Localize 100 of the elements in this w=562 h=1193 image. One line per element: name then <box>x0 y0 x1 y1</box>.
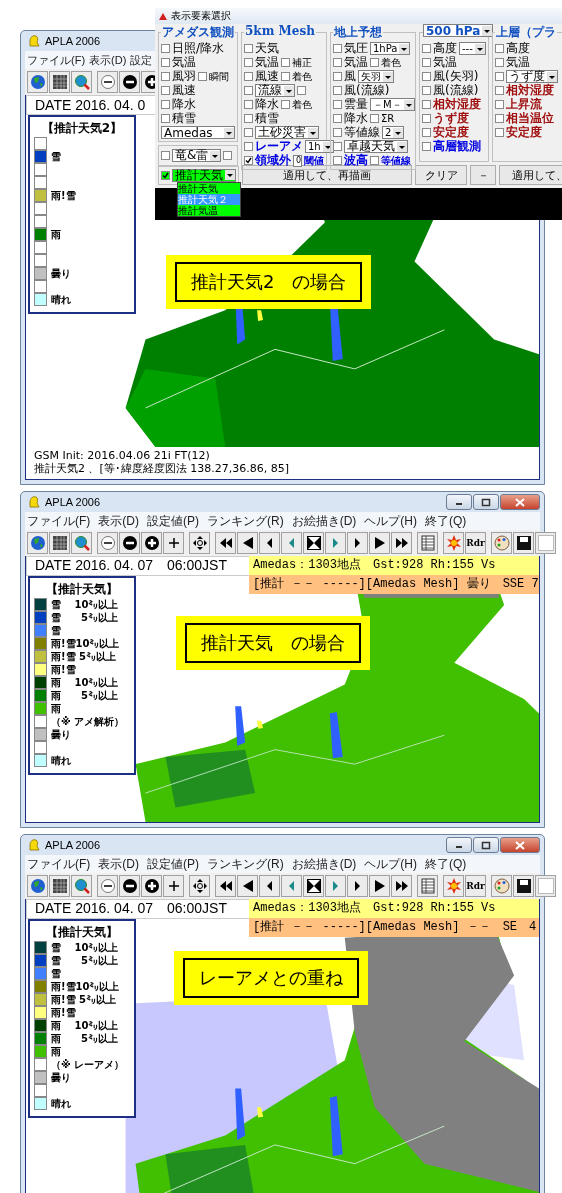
dropdown-option[interactable]: 推計天気 <box>178 183 240 194</box>
legend-label: （※ アメ解析） <box>51 714 125 729</box>
dropdown[interactable]: うず度 <box>506 70 558 83</box>
dropdown[interactable]: 卓越天気 <box>344 140 408 153</box>
option-label: ΣR <box>381 113 395 124</box>
dropdown[interactable]: --- <box>459 42 486 55</box>
legend-label: 雨!雪 <box>51 662 76 677</box>
dropdown[interactable]: 500 hPa <box>423 24 494 37</box>
option-label: 風(流線) <box>344 82 390 98</box>
option-label: 風(矢羽) <box>433 68 479 84</box>
legend-label: 雪 5㍉以上 <box>51 610 118 625</box>
legend-label: 雨 10㍉以上 <box>51 675 119 690</box>
legend-label: 雪 <box>51 966 61 981</box>
option-label: 気圧 <box>344 40 368 56</box>
dropdown-option[interactable]: 推計気温 <box>178 205 240 216</box>
option-label: 風 <box>344 68 356 84</box>
option-label: 上昇流 <box>506 96 542 112</box>
dropdown[interactable]: －M－ <box>370 98 415 111</box>
legend-label: 雨!雪 <box>51 188 76 203</box>
dropdown[interactable]: 流線 <box>255 84 295 97</box>
option-label: 等値線 <box>344 124 380 140</box>
menu-item[interactable]: お絵描き(D) <box>291 512 357 530</box>
legend-label: 雨!雪10㍉以上 <box>51 636 120 651</box>
dialog-button[interactable]: － <box>470 165 496 185</box>
option-label: 相対湿度 <box>506 82 554 97</box>
option-label: 等値線 <box>381 153 411 168</box>
window-title: APLA 2006 <box>45 35 101 47</box>
option-label: うず度 <box>433 110 469 126</box>
menu-item[interactable]: 表示(D) <box>98 855 139 873</box>
dropdown[interactable]: 矢羽 <box>358 70 394 83</box>
date-label: DATE 2016. 04. 07 06:00JST <box>26 556 252 576</box>
option-label: 高度 <box>433 40 457 56</box>
option-label: 日照/降水 <box>172 40 225 56</box>
option-label: 雲量 <box>344 96 368 112</box>
dropdown[interactable]: 推計天気 <box>172 168 236 182</box>
menu-item[interactable]: 設定値(P) <box>147 855 199 873</box>
menu-item[interactable]: ファイル(F) <box>27 855 91 873</box>
status-text: GSM Init: 2016.04.06 21i FT(12) <box>34 449 211 462</box>
option-label: 降水 <box>255 96 279 112</box>
group-title: 5km Mesh <box>244 24 316 38</box>
legend-label: 曇り <box>51 727 71 742</box>
menu-item[interactable]: 設定 <box>130 52 153 68</box>
legend-label: 雪 10㍉以上 <box>51 597 119 612</box>
menu-item[interactable]: 終了(Q) <box>425 855 467 873</box>
legend-label: 雪 10㍉以上 <box>51 940 119 955</box>
window-title: APLA 2006 <box>45 839 101 851</box>
option-label: 風速 <box>255 68 279 84</box>
legend-title: 【推計天気2】 <box>40 120 124 137</box>
legend-label: 雪 5㍉以上 <box>51 953 118 968</box>
menu-item[interactable]: ヘルプ(H) <box>364 512 417 530</box>
option-label: 着色 <box>292 69 312 84</box>
dropdown[interactable]: 2 <box>382 126 405 139</box>
option-label: 降水 <box>344 110 368 126</box>
legend-label: 雨 <box>51 701 61 716</box>
dropdown[interactable]: 1hPa <box>370 42 411 55</box>
legend-label: 雨!雪10㍉以上 <box>51 979 120 994</box>
group-title: 上層（プラ <box>495 24 557 41</box>
option-label: 降水 <box>172 96 196 112</box>
dropdown[interactable]: 1h <box>305 140 334 153</box>
window-title: APLA 2006 <box>45 496 101 508</box>
option-label: 気温 <box>255 54 279 70</box>
dropdown[interactable]: 竜&雷 <box>172 149 222 162</box>
menu-item[interactable]: 終了(Q) <box>425 512 467 530</box>
menu-item[interactable]: 設定値(P) <box>147 512 199 530</box>
menu-item[interactable]: ファイル(F) <box>27 52 86 68</box>
legend-title: 【推計天気】 <box>45 581 119 598</box>
option-label: 瞬間 <box>209 69 229 84</box>
option-label: 風(流線) <box>433 82 479 97</box>
menu-item[interactable]: お絵描き(D) <box>291 855 357 873</box>
legend-label: 雨 5㍉以上 <box>51 688 118 703</box>
date-label: DATE 2016. 04. 07 06:00JST <box>26 899 252 919</box>
dialog-button[interactable]: クリア <box>415 165 467 185</box>
option-label: 高層観測 <box>433 138 481 155</box>
option-label: 補正 <box>292 55 312 70</box>
group-title: 地上予想 <box>333 24 383 41</box>
legend-label: 雨 5㍉以上 <box>51 1031 118 1046</box>
menu-item[interactable]: ヘルプ(H) <box>364 855 417 873</box>
option-label: 気温 <box>433 54 457 70</box>
legend-label: 雨 <box>51 1044 61 1059</box>
status-text: 推計天気2 、[等･緯度経度図法 138.27,36.86, 85] <box>34 462 291 475</box>
option-label: 高度 <box>506 40 530 56</box>
legend-label: 晴れ <box>51 292 71 307</box>
option-label: 気温 <box>344 54 368 70</box>
menu-item[interactable]: ファイル(F) <box>27 512 91 530</box>
option-label: 安定度 <box>506 124 542 141</box>
option-label: 安定度 <box>433 124 469 139</box>
menu-item[interactable]: 表示(D) <box>89 52 127 68</box>
legend-label: 雨!雪 5㍉以上 <box>51 649 116 664</box>
menu-item[interactable]: ランキング(R) <box>207 512 284 530</box>
input-field[interactable]: 0 <box>293 154 303 167</box>
dialog-title: 表示要素選択 <box>171 9 231 23</box>
legend-label: 雨!雪 <box>51 1005 76 1020</box>
radar-button[interactable]: Rdr <box>465 875 486 897</box>
dropdown[interactable]: Amedas <box>161 126 235 139</box>
menu-item[interactable]: 表示(D) <box>98 512 139 530</box>
radar-button[interactable]: Rdr <box>465 532 486 554</box>
menu-item[interactable]: ランキング(R) <box>207 855 284 873</box>
dialog-button[interactable]: 適用して、 <box>499 165 562 185</box>
dropdown[interactable]: 土砂災害 <box>255 126 319 139</box>
legend-title: 【推計天気】 <box>45 924 119 941</box>
